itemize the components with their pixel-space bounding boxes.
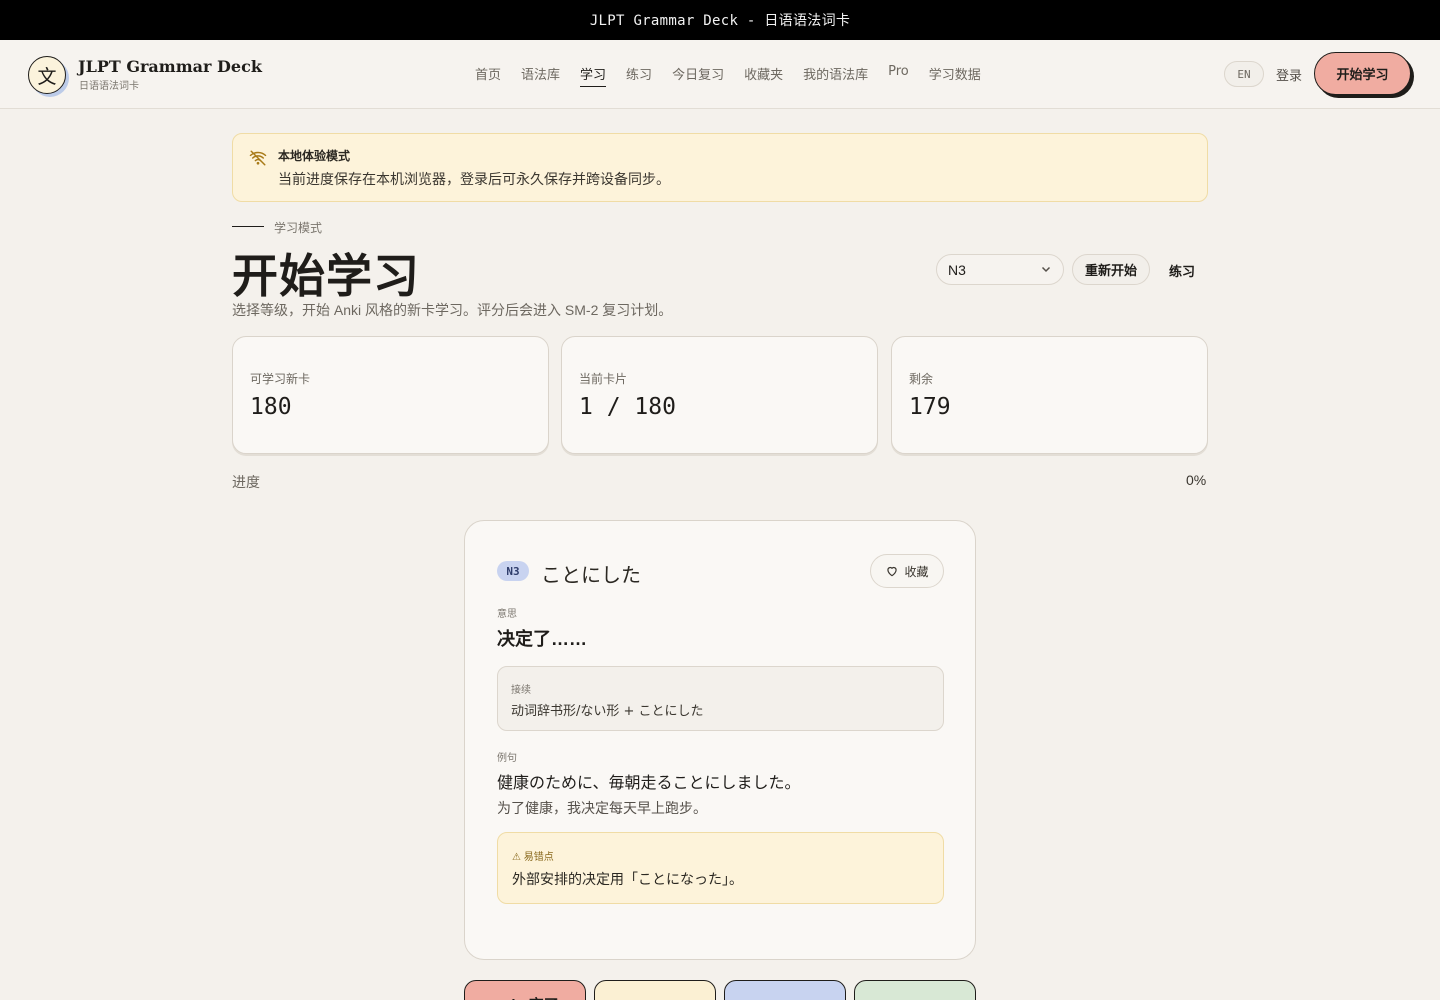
nav-item[interactable]: 首页 bbox=[475, 64, 501, 87]
rate-good-button[interactable] bbox=[724, 980, 846, 1000]
level-badge: N3 bbox=[497, 561, 529, 581]
stat-card-current: 当前卡片 1 / 180 bbox=[561, 336, 878, 454]
example-label: 例句 bbox=[497, 753, 517, 764]
start-learning-button[interactable]: 开始学习 bbox=[1314, 52, 1411, 95]
language-toggle-button[interactable]: EN bbox=[1224, 61, 1264, 87]
progress-value: 0% bbox=[1186, 472, 1207, 488]
stat-card-new: 可学习新卡 180 bbox=[232, 336, 549, 454]
rate-easy-button[interactable] bbox=[854, 980, 976, 1000]
connection-text: 动词辞书形/ない形 + ことにした bbox=[511, 704, 704, 719]
nav-item[interactable]: 语法库 bbox=[521, 64, 560, 87]
logo-icon[interactable]: 文 bbox=[28, 56, 66, 94]
notice-text: 当前进度保存在本机浏览器，登录后可永久保存并跨设备同步。 bbox=[278, 171, 670, 187]
favorite-label: 收藏 bbox=[904, 564, 929, 579]
window-title: JLPT Grammar Deck - 日语语法词卡 bbox=[589, 13, 851, 29]
progress-bar bbox=[232, 494, 1208, 498]
site-header: 文 JLPT Grammar Deck 日语语法词卡 首页 语法库 学习 练习 今日复习… bbox=[0, 40, 1440, 109]
connection-box: 接续 动词辞书形/ない形 + ことにした bbox=[497, 666, 944, 731]
favorite-button[interactable]: 收藏 bbox=[870, 554, 944, 588]
stat-label: 剩余 bbox=[909, 372, 934, 386]
nav-item[interactable]: 学习数据 bbox=[929, 64, 981, 87]
rate-again-button[interactable]: Again 忘了 bbox=[464, 980, 586, 1000]
stat-label: 可学习新卡 bbox=[250, 372, 311, 386]
nav-item[interactable]: 今日复习 bbox=[672, 64, 724, 87]
nav-item[interactable]: 收藏夹 bbox=[744, 64, 783, 87]
brand-subtitle: 日语语法词卡 bbox=[79, 81, 139, 92]
progress-label: 进度 bbox=[232, 474, 260, 490]
practice-button[interactable]: 练习 bbox=[1169, 261, 1195, 280]
nav-item[interactable]: 学习 bbox=[580, 64, 607, 87]
meaning-text: 决定了…… bbox=[497, 629, 587, 649]
wifi-off-icon bbox=[249, 150, 267, 166]
level-select[interactable]: N3 bbox=[936, 254, 1064, 285]
warning-label: ⚠ 易错点 bbox=[512, 852, 554, 863]
notice-title: 本地体验模式 bbox=[278, 149, 351, 163]
eyebrow-divider bbox=[232, 226, 264, 227]
brand-name[interactable]: JLPT Grammar Deck bbox=[78, 57, 262, 76]
example-chinese: 为了健康，我决定每天早上跑步。 bbox=[497, 800, 707, 816]
restart-button[interactable]: 重新开始 bbox=[1072, 254, 1150, 285]
connection-label: 接续 bbox=[511, 685, 531, 696]
stat-value: 180 bbox=[250, 394, 292, 420]
main-nav: 首页 语法库 学习 练习 今日复习 收藏夹 我的语法库 Pro 学习数据 bbox=[475, 64, 1001, 87]
warning-text: 外部安排的决定用「ことになった」。 bbox=[512, 871, 743, 887]
login-link[interactable]: 登录 bbox=[1276, 65, 1302, 84]
stat-value: 179 bbox=[909, 394, 951, 420]
example-japanese: 健康のために、毎朝走ることにしました。 bbox=[497, 775, 801, 792]
local-mode-notice: 本地体验模式 当前进度保存在本机浏览器，登录后可永久保存并跨设备同步。 bbox=[232, 133, 1208, 202]
chevron-down-icon bbox=[1041, 266, 1051, 273]
rate-hard-button[interactable] bbox=[594, 980, 716, 1000]
meaning-label: 意思 bbox=[497, 609, 517, 620]
page-description: 选择等级，开始 Anki 风格的新卡学习。评分后会进入 SM-2 复习计划。 bbox=[232, 302, 673, 318]
eyebrow-label: 学习模式 bbox=[274, 221, 323, 235]
grammar-title: ことにした bbox=[541, 565, 641, 587]
stat-label: 当前卡片 bbox=[579, 372, 628, 386]
window-title-bar: JLPT Grammar Deck - 日语语法词卡 bbox=[0, 0, 1440, 40]
nav-item[interactable]: 练习 bbox=[626, 64, 652, 87]
heart-icon bbox=[887, 566, 898, 577]
nav-item[interactable]: Pro bbox=[888, 64, 909, 87]
page-title: 开始学习 bbox=[232, 249, 420, 303]
warning-box: ⚠ 易错点 外部安排的决定用「ことになった」。 bbox=[497, 832, 944, 904]
level-select-value: N3 bbox=[948, 261, 966, 278]
stat-card-remaining: 剩余 179 bbox=[891, 336, 1208, 454]
nav-item[interactable]: 我的语法库 bbox=[803, 64, 868, 87]
grammar-card: N3 ことにした 收藏 意思 决定了…… 接续 动词辞书形/ない形 + ことにし… bbox=[464, 520, 976, 960]
stat-value: 1 / 180 bbox=[579, 394, 676, 420]
